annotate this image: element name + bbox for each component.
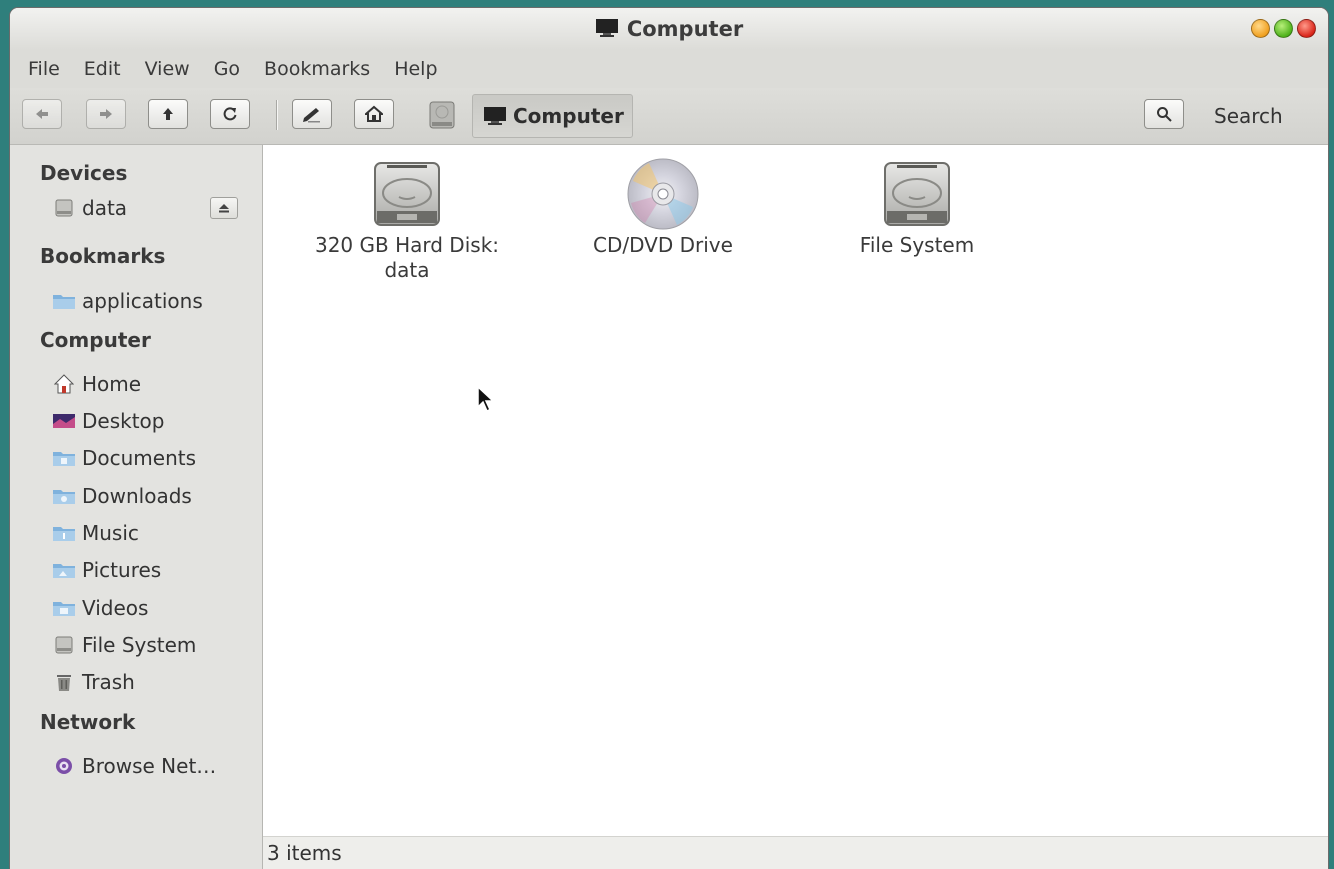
breadcrumb-drive[interactable] (424, 98, 460, 132)
eject-icon (219, 204, 229, 213)
sidebar-item-desktop[interactable]: Desktop (52, 406, 164, 436)
computer-icon (484, 107, 506, 125)
search-icon (1157, 107, 1172, 122)
sidebar-heading-network: Network (40, 710, 136, 734)
search-label[interactable]: Search (1214, 88, 1283, 144)
documents-folder-icon (52, 447, 76, 469)
optical-disc-icon (623, 157, 703, 231)
sidebar-item-music[interactable]: Music (52, 518, 139, 548)
drive-icon (52, 634, 76, 656)
sidebar-item-data[interactable]: data (52, 193, 127, 223)
arrow-left-icon (36, 109, 48, 119)
drive-icon (429, 101, 455, 129)
network-icon (52, 755, 76, 777)
file-manager-window: Computer File Edit View Go Bookmarks Hel… (10, 8, 1328, 869)
search-button[interactable] (1144, 99, 1184, 129)
forward-button[interactable] (86, 99, 126, 129)
downloads-folder-icon (52, 485, 76, 507)
music-folder-icon (52, 522, 76, 544)
menu-bookmarks[interactable]: Bookmarks (252, 50, 382, 88)
sidebar-item-downloads[interactable]: Downloads (52, 481, 192, 511)
sidebar-heading-devices: Devices (40, 161, 128, 185)
sidebar-item-documents[interactable]: Documents (52, 443, 196, 473)
toolbar: Computer Search (10, 88, 1328, 145)
menu-view[interactable]: View (133, 50, 202, 88)
sidebar-heading-bookmarks: Bookmarks (40, 244, 166, 268)
sidebar-item-videos[interactable]: Videos (52, 593, 148, 623)
sidebar-item-trash[interactable]: Trash (52, 667, 135, 697)
breadcrumb-computer[interactable]: Computer (472, 94, 633, 138)
file-item-file-system[interactable]: File System (807, 157, 1027, 258)
up-button[interactable] (148, 99, 188, 129)
arrow-up-icon (163, 108, 173, 120)
arrow-right-icon (100, 109, 112, 119)
hard-disk-icon (877, 157, 957, 231)
sidebar: Devices data Bookmarks applications Comp… (10, 145, 263, 869)
sidebar-item-home[interactable]: Home (52, 369, 141, 399)
status-text: 3 items (267, 841, 342, 865)
sidebar-item-file-system[interactable]: File System (52, 630, 196, 660)
file-view[interactable]: 320 GB Hard Disk: data CD/DVD Drive File… (263, 145, 1328, 837)
menu-help[interactable]: Help (382, 50, 449, 88)
desktop-icon (52, 410, 76, 432)
trash-icon (52, 671, 76, 693)
maximize-button[interactable] (1274, 19, 1293, 38)
reload-button[interactable] (210, 99, 250, 129)
status-bar: 3 items (263, 836, 1328, 869)
videos-folder-icon (52, 597, 76, 619)
window-controls (1251, 19, 1316, 38)
file-item-cd-dvd-drive[interactable]: CD/DVD Drive (553, 157, 773, 258)
menu-go[interactable]: Go (202, 50, 252, 88)
edit-location-button[interactable] (292, 99, 332, 129)
menu-bar: File Edit View Go Bookmarks Help (10, 50, 1328, 88)
folder-icon (52, 290, 76, 312)
file-item-hard-disk-data[interactable]: 320 GB Hard Disk: data (297, 157, 517, 283)
reload-icon (223, 107, 237, 121)
menu-file[interactable]: File (16, 50, 72, 88)
menu-edit[interactable]: Edit (72, 50, 133, 88)
pencil-icon (303, 108, 320, 123)
computer-icon (595, 18, 619, 43)
minimize-button[interactable] (1251, 19, 1270, 38)
toolbar-separator (276, 100, 277, 130)
home-button[interactable] (354, 99, 394, 129)
sidebar-item-pictures[interactable]: Pictures (52, 555, 161, 585)
home-icon (365, 105, 383, 122)
close-button[interactable] (1297, 19, 1316, 38)
drive-icon (52, 197, 76, 219)
hard-disk-icon (367, 157, 447, 231)
mouse-pointer-icon (476, 385, 498, 418)
window-title: Computer (10, 17, 1328, 43)
title-bar[interactable]: Computer (10, 8, 1328, 50)
eject-button[interactable] (210, 197, 238, 219)
sidebar-heading-computer: Computer (40, 328, 151, 352)
pictures-folder-icon (52, 559, 76, 581)
home-icon (52, 373, 76, 395)
sidebar-item-browse-network[interactable]: Browse Net… (52, 751, 216, 781)
back-button[interactable] (22, 99, 62, 129)
sidebar-item-applications[interactable]: applications (52, 286, 203, 316)
